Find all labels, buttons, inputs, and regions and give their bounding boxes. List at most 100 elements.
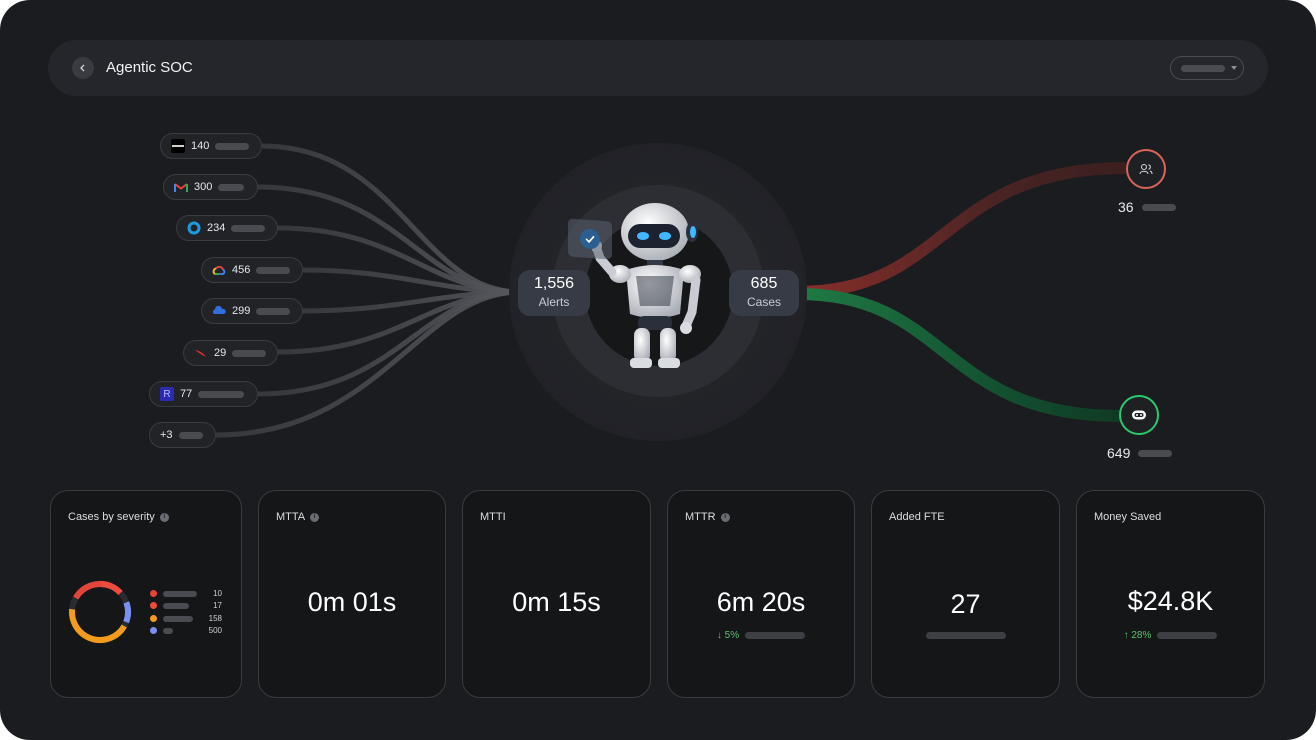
card-title-text: Money Saved bbox=[1094, 511, 1162, 523]
card-added-fte[interactable]: Added FTE 27 bbox=[871, 490, 1060, 698]
splunk-icon bbox=[171, 139, 185, 153]
card-title: Added FTE bbox=[889, 511, 945, 523]
ai-handled-node[interactable] bbox=[1119, 395, 1159, 435]
source-pill-splunk[interactable]: 140 bbox=[160, 133, 262, 159]
money-trend: ↑ 28% bbox=[1077, 630, 1264, 641]
chevron-left-icon bbox=[80, 64, 85, 72]
source-pill-ring[interactable]: 234 bbox=[176, 215, 278, 241]
legend-dot bbox=[150, 627, 157, 634]
severity-donut bbox=[69, 581, 131, 643]
rapid7-icon: R bbox=[160, 387, 174, 401]
card-title-text: Cases by severity bbox=[68, 511, 155, 523]
azure-cloud-icon bbox=[212, 304, 226, 318]
page-title: Agentic SOC bbox=[106, 59, 193, 76]
flow-line-6 bbox=[275, 289, 523, 355]
card-mtti[interactable]: MTTI 0m 15s bbox=[462, 490, 651, 698]
ai-handled-label: 649 bbox=[1107, 445, 1173, 461]
info-icon[interactable]: i bbox=[159, 512, 169, 522]
card-title-text: MTTI bbox=[480, 511, 506, 523]
info-icon[interactable]: i bbox=[310, 512, 320, 522]
card-money-saved[interactable]: Money Saved $24.8K ↑ 28% bbox=[1076, 490, 1265, 698]
source-count: 29 bbox=[214, 347, 227, 359]
legend-value: 10 bbox=[213, 589, 222, 598]
source-pill-azure[interactable]: 299 bbox=[201, 298, 303, 324]
legend-bar bbox=[163, 627, 173, 634]
card-title: MTTA i bbox=[276, 511, 320, 523]
mtti-value: 0m 15s bbox=[512, 587, 601, 617]
legend-row: 10 bbox=[150, 589, 222, 598]
source-pill-more[interactable]: +3 bbox=[149, 422, 216, 448]
cases-count: 685 bbox=[750, 275, 778, 292]
source-count: 456 bbox=[232, 264, 251, 276]
chevron-down-icon bbox=[1231, 66, 1237, 70]
google-cloud-icon bbox=[212, 263, 226, 277]
card-mtta[interactable]: MTTA i 0m 01s bbox=[258, 490, 446, 698]
legend-bar bbox=[163, 590, 197, 597]
donut-segment-critical bbox=[69, 581, 131, 643]
donut-segment-low bbox=[69, 581, 131, 643]
source-count: 77 bbox=[180, 388, 193, 400]
donut-segment-medium bbox=[69, 581, 131, 643]
fte-value: 27 bbox=[950, 589, 981, 619]
card-title: MTTR i bbox=[685, 511, 730, 523]
verified-card bbox=[568, 218, 612, 260]
card-mttr[interactable]: MTTR i 6m 20s ↓ 5% bbox=[667, 490, 855, 698]
fte-sub bbox=[872, 632, 1059, 639]
ai-handled-bar bbox=[1138, 449, 1173, 457]
trend-bar bbox=[1157, 632, 1218, 639]
alerts-label: Alerts bbox=[538, 295, 570, 309]
card-title: Cases by severity i bbox=[68, 511, 169, 523]
users-icon bbox=[1139, 163, 1153, 175]
flow-line-ai bbox=[797, 288, 1121, 422]
cases-label: Cases bbox=[746, 295, 781, 309]
card-title: Money Saved bbox=[1094, 511, 1161, 523]
checkmark-icon bbox=[580, 228, 600, 250]
source-pill-gmail[interactable]: 300 bbox=[163, 174, 258, 200]
flow-line-4 bbox=[300, 267, 523, 295]
crowdstrike-ring-icon bbox=[187, 221, 201, 235]
source-bar bbox=[218, 183, 245, 191]
human-handled-label: 36 bbox=[1118, 199, 1176, 215]
mtta-value: 0m 01s bbox=[307, 587, 397, 617]
card-title-text: Added FTE bbox=[889, 511, 945, 523]
money-value: $24.8K bbox=[1127, 586, 1214, 616]
card-cases-by-severity[interactable]: Cases by severity i 10 17 158 500 bbox=[50, 490, 242, 698]
falcon-icon bbox=[194, 346, 208, 360]
cases-stat[interactable]: 685 Cases bbox=[729, 270, 799, 316]
money-trend-text: ↑ 28% bbox=[1123, 630, 1152, 641]
source-count: +3 bbox=[160, 429, 173, 441]
legend-value: 500 bbox=[208, 626, 222, 635]
legend-bar bbox=[163, 615, 193, 622]
human-handled-node[interactable] bbox=[1126, 149, 1166, 189]
info-icon[interactable]: i bbox=[720, 512, 730, 522]
back-button[interactable] bbox=[72, 57, 94, 79]
source-bar bbox=[178, 431, 203, 439]
header-bar: Agentic SOC bbox=[48, 40, 1268, 96]
legend-row: 17 bbox=[150, 601, 222, 610]
app-frame: Agentic SOC 140 300 234 456 299 29 R 77 … bbox=[0, 0, 1316, 740]
source-bar bbox=[256, 307, 291, 315]
mttr-value: 6m 20s bbox=[716, 587, 806, 617]
trend-bar bbox=[745, 632, 806, 639]
source-bar bbox=[215, 142, 250, 150]
source-pill-google-cloud[interactable]: 456 bbox=[201, 257, 303, 283]
legend-value: 158 bbox=[208, 614, 222, 623]
card-title: MTTI bbox=[480, 511, 506, 523]
flow-line-3 bbox=[275, 225, 523, 295]
legend-dot bbox=[150, 602, 157, 609]
time-range-select[interactable] bbox=[1170, 56, 1244, 80]
card-title-text: MTTA bbox=[276, 511, 306, 523]
source-bar bbox=[198, 390, 245, 398]
source-pill-falcon[interactable]: 29 bbox=[183, 340, 278, 366]
human-handled-count: 36 bbox=[1118, 199, 1134, 215]
alerts-count: 1,556 bbox=[533, 275, 575, 292]
mttr-trend: ↓ 5% bbox=[668, 630, 854, 641]
select-placeholder-bar bbox=[1181, 64, 1225, 72]
legend-bar bbox=[163, 602, 189, 609]
source-pill-rapid7[interactable]: R 77 bbox=[149, 381, 258, 407]
flow-line-5 bbox=[300, 289, 523, 314]
gmail-icon bbox=[174, 180, 188, 194]
human-handled-bar bbox=[1141, 203, 1176, 211]
alerts-stat[interactable]: 1,556 Alerts bbox=[518, 270, 590, 316]
source-bar bbox=[231, 224, 266, 232]
